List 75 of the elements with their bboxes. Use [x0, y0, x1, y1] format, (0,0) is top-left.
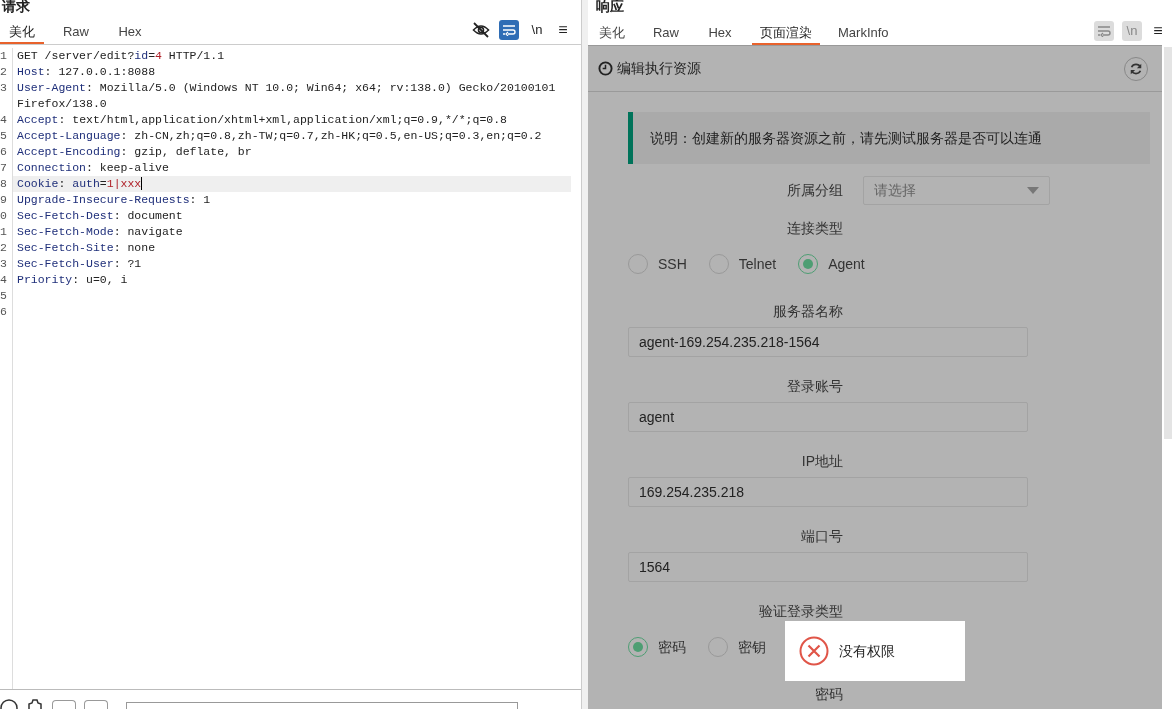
field-label: 服务器名称 — [772, 302, 843, 321]
tab[interactable]: 美化 — [590, 21, 634, 45]
tab[interactable]: 美化 — [0, 20, 44, 44]
panel-title: 请求 — [1, 0, 31, 16]
radio-option[interactable]: 密码 — [628, 636, 686, 658]
code-line[interactable]: Sec-Fetch-Dest: document — [13, 208, 571, 224]
line-number: 2 — [0, 240, 8, 256]
back-button[interactable] — [52, 700, 76, 709]
field-label: 所属分组 — [786, 181, 843, 200]
help-icon[interactable] — [0, 697, 18, 709]
code-line[interactable]: Sec-Fetch-User: ?1 — [13, 256, 571, 272]
field-label: 登录账号 — [786, 377, 843, 396]
field-label: 验证登录类型 — [758, 602, 843, 621]
line-number: 6 — [0, 304, 8, 320]
radio-option[interactable]: 密钥 — [708, 636, 766, 658]
tab[interactable]: MarkInfo — [830, 21, 897, 45]
eye-slash-icon — [472, 22, 490, 38]
line-number: 4 — [0, 112, 8, 128]
tab[interactable]: Raw — [644, 21, 688, 45]
forward-button[interactable] — [84, 700, 108, 709]
line-number: 1 — [0, 224, 8, 240]
code-line[interactable]: Accept-Encoding: gzip, deflate, br — [13, 144, 571, 160]
menu-button[interactable]: ≡ — [1150, 21, 1166, 41]
line-number: 3 — [0, 80, 8, 96]
line-number: 4 — [0, 272, 8, 288]
wrap-icon — [1097, 25, 1111, 37]
code-line[interactable]: Sec-Fetch-Site: none — [13, 240, 571, 256]
refresh-icon — [1129, 61, 1143, 76]
error-icon — [799, 636, 829, 666]
hide-toggle[interactable] — [471, 20, 491, 40]
code-line[interactable]: Connection: keep-alive — [13, 160, 571, 176]
newline-toggle[interactable]: \n — [527, 20, 547, 40]
code-line[interactable]: Sec-Fetch-Mode: navigate — [13, 224, 571, 240]
tab[interactable]: Hex — [108, 20, 152, 44]
line-number: 5 — [0, 288, 8, 304]
wrap-icon — [502, 24, 516, 36]
search-field[interactable] — [126, 702, 518, 709]
text-field[interactable]: agent — [628, 402, 1028, 432]
line-number: 7 — [0, 160, 8, 176]
tab[interactable]: Raw — [54, 20, 98, 44]
wrap-toggle[interactable] — [1094, 21, 1114, 41]
line-number: 3 — [0, 256, 8, 272]
code-line[interactable]: Accept: text/html,application/xhtml+xml,application/xml;q=0.9,*/*;q=0.8 — [13, 112, 571, 128]
radio-option[interactable]: Telnet — [708, 253, 777, 275]
text-field[interactable]: agent-169.254.235.218-1564 — [628, 327, 1028, 357]
text-field[interactable]: 169.254.235.218 — [628, 477, 1028, 507]
line-number: 0 — [0, 208, 8, 224]
code-line[interactable]: GET /server/edit?id=4 HTTP/1.1 — [13, 48, 571, 64]
field-label: IP地址 — [800, 452, 843, 471]
wrap-toggle[interactable] — [499, 20, 519, 40]
code-line[interactable]: User-Agent: Mozilla/5.0 (Windows NT 10.0; Win64; x64; rv:138.0) Gecko/20100101 Firefox/138.0 — [13, 80, 571, 112]
line-number: 2 — [0, 64, 8, 80]
tab[interactable]: Hex — [698, 21, 742, 45]
code-line[interactable]: Accept-Language: zh-CN,zh;q=0.8,zh-TW;q=0.7,zh-HK;q=0.5,en-US;q=0.3,en;q=0.2 — [13, 128, 571, 144]
menu-button[interactable]: ≡ — [555, 20, 571, 40]
line-number: 8 — [0, 176, 8, 192]
field-label: 密码 — [814, 685, 843, 704]
gear-icon[interactable] — [26, 699, 44, 709]
line-number: 5 — [0, 128, 8, 144]
line-number: 6 — [0, 144, 8, 160]
page-title: 编辑执行资源 — [617, 59, 701, 78]
field-label: 端口号 — [800, 527, 843, 546]
code-line[interactable]: Upgrade-Insecure-Requests: 1 — [13, 192, 571, 208]
code-line[interactable]: Priority: u=0, i — [13, 272, 571, 288]
clock-icon — [598, 61, 613, 76]
dropdown-caret-icon — [1027, 186, 1039, 194]
field-label: 连接类型 — [786, 219, 843, 238]
text-field[interactable]: 1564 — [628, 552, 1028, 582]
radio-option[interactable]: Agent — [798, 253, 865, 275]
toast-message: 没有权限 — [839, 641, 895, 661]
code-line[interactable]: Host: 127.0.0.1:8088 — [13, 64, 571, 80]
line-number: 1 — [0, 48, 8, 64]
radio-option[interactable]: SSH — [628, 253, 687, 275]
notice-text: 说明：创建新的服务器资源之前，请先测试服务器是否可以连通 — [650, 128, 1042, 148]
line-number: 9 — [0, 192, 8, 208]
